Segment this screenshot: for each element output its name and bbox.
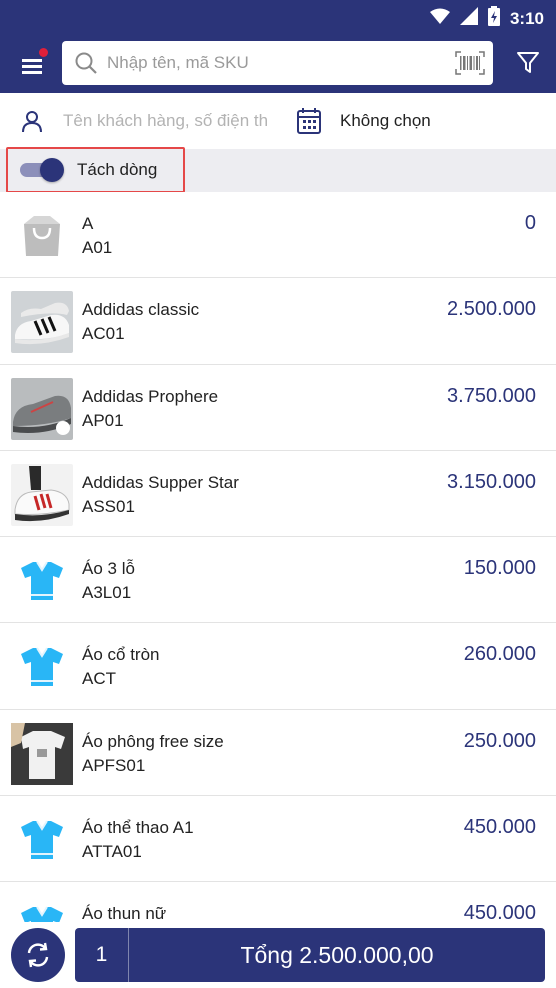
shirt-icon — [11, 550, 73, 612]
product-sku: A01 — [82, 238, 113, 257]
product-price: 2.500.000 — [447, 298, 536, 321]
product-price: 450.000 — [463, 902, 536, 922]
list-item[interactable]: Addidas classic AC01 2.500.000 — [0, 278, 556, 365]
shoe-photo — [11, 377, 73, 440]
filter-button[interactable] — [516, 50, 540, 79]
status-icons: 3:10 — [429, 6, 544, 31]
list-item[interactable]: Addidas Prophere AP01 3.750.000 — [0, 364, 556, 451]
battery-icon — [487, 6, 500, 31]
clothing-photo — [11, 722, 73, 785]
list-item[interactable]: Áo thun nữ 450.000 — [0, 882, 556, 922]
product-name: Addidas Prophere — [82, 386, 219, 406]
list-item[interactable]: Áo phông free size APFS01 250.000 — [0, 709, 556, 797]
product-name: Addidas Supper Star — [82, 472, 239, 492]
product-sku: ATTA01 — [82, 842, 142, 862]
app-bar: Nhập tên, mã SKU — [0, 34, 556, 93]
checkout-button[interactable]: 1 Tổng 2.500.000,00 — [75, 928, 545, 982]
product-list: A A01 0 Addidas classic AC01 2.500.000 A… — [0, 192, 556, 922]
person-icon — [22, 111, 42, 133]
toggle-knob — [40, 158, 64, 182]
total-amount: Tổng 2.500.000,00 — [240, 941, 434, 968]
product-sku: AC01 — [82, 324, 125, 344]
product-price: 3.150.000 — [447, 470, 536, 493]
status-time: 3:10 — [509, 8, 544, 28]
notification-dot — [39, 48, 48, 57]
wifi-icon — [429, 8, 450, 29]
refresh-icon — [27, 942, 49, 968]
product-name: A — [82, 214, 94, 233]
signal-icon — [459, 7, 478, 30]
product-price: 260.000 — [463, 643, 536, 666]
product-price: 0 — [524, 212, 536, 234]
product-price: 250.000 — [463, 729, 536, 752]
list-item[interactable]: A A01 0 — [0, 192, 556, 279]
shirt-icon — [11, 809, 73, 871]
price-book-select[interactable]: Không chọn — [340, 111, 431, 131]
shirt-icon — [11, 895, 73, 922]
product-price: 3.750.000 — [447, 384, 536, 407]
list-item[interactable]: Áo 3 lỗ A3L01 150.000 — [0, 537, 556, 624]
bag-icon — [11, 205, 73, 267]
shirt-icon — [11, 636, 73, 698]
customer-row: Tên khách hàng, số điện th Không chọn — [0, 93, 556, 149]
product-name: Áo 3 lỗ — [82, 559, 135, 579]
search-placeholder: Nhập tên, mã SKU — [107, 53, 249, 72]
item-quantity: 1 — [75, 928, 129, 982]
split-line-row: Tách dòng — [0, 147, 556, 193]
barcode-scan-icon[interactable] — [455, 51, 485, 75]
list-item[interactable]: Áo thể thao A1 ATTA01 450.000 — [0, 796, 556, 883]
product-name: Addidas classic — [82, 300, 200, 320]
price-book-icon[interactable] — [297, 108, 321, 134]
product-name: Áo thun nữ — [82, 904, 167, 922]
status-bar: 3:10 — [0, 0, 556, 34]
product-price: 150.000 — [463, 557, 536, 580]
customer-search-input[interactable]: Tên khách hàng, số điện th — [63, 111, 273, 131]
product-name: Áo cổ tròn — [82, 645, 160, 665]
shoe-photo — [11, 291, 73, 354]
product-sku: APFS01 — [82, 755, 146, 775]
product-sku: AP01 — [82, 410, 124, 430]
list-item[interactable]: Áo cổ tròn ACT 260.000 — [0, 623, 556, 710]
list-item[interactable]: Addidas Supper Star ASS01 3.150.000 — [0, 450, 556, 538]
split-line-toggle[interactable] — [20, 158, 66, 182]
product-price: 450.000 — [463, 816, 536, 839]
product-sku: ASS01 — [82, 496, 135, 516]
shoe-photo — [11, 463, 73, 526]
menu-button[interactable] — [14, 48, 50, 80]
product-sku: ACT — [82, 669, 116, 689]
split-line-label: Tách dòng — [77, 160, 158, 179]
search-icon — [75, 52, 97, 74]
search-input[interactable]: Nhập tên, mã SKU — [62, 41, 493, 85]
product-sku: A3L01 — [82, 583, 132, 603]
filter-icon — [517, 52, 539, 73]
product-name: Áo thể thao A1 — [82, 818, 194, 838]
refresh-button[interactable] — [11, 928, 65, 982]
product-name: Áo phông free size — [82, 731, 224, 751]
bottom-bar: 1 Tổng 2.500.000,00 — [0, 922, 556, 988]
